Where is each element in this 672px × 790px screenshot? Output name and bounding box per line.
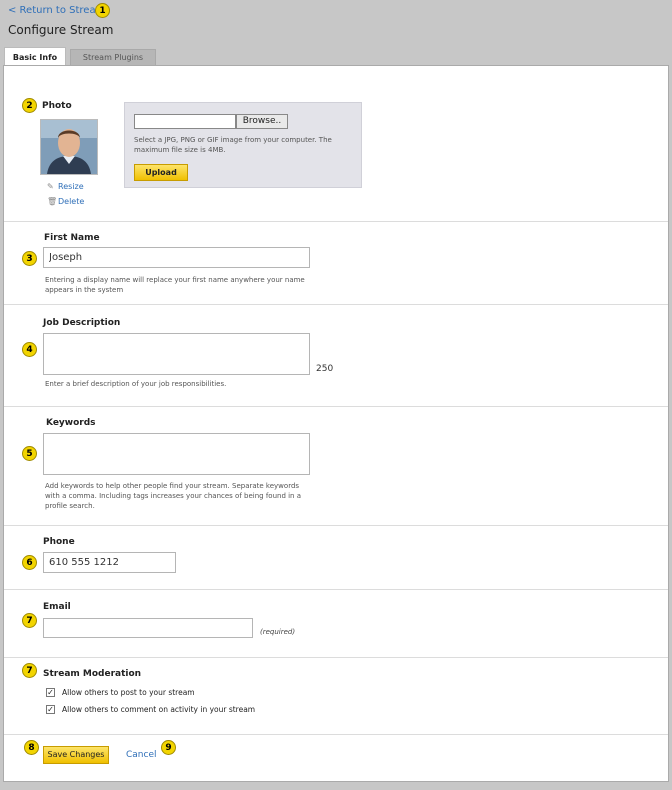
email-input[interactable]: [43, 618, 253, 638]
save-changes-button[interactable]: Save Changes: [43, 746, 109, 764]
email-label: Email: [43, 602, 71, 612]
divider: [4, 221, 668, 222]
job-description-label: Job Description: [43, 318, 121, 328]
divider: [4, 589, 668, 590]
callout-badge: 1: [95, 3, 110, 18]
tab-stream-plugins[interactable]: Stream Plugins: [70, 49, 156, 65]
avatar-photo: [41, 120, 97, 174]
character-count: 250: [316, 364, 334, 374]
divider: [4, 406, 668, 407]
callout-badge: 4: [22, 342, 37, 357]
allow-comment-label: Allow others to comment on activity in y…: [62, 705, 256, 714]
stream-moderation-label: Stream Moderation: [43, 669, 142, 679]
callout-badge: 6: [22, 555, 37, 570]
required-note: (required): [260, 628, 296, 636]
keywords-help: Add keywords to help other people find y…: [45, 482, 302, 510]
photo-label: Photo: [42, 101, 72, 111]
pencil-icon: ✎: [47, 182, 54, 191]
tab-basic-info[interactable]: Basic Info: [4, 47, 66, 66]
first-name-help: Entering a display name will replace you…: [45, 276, 305, 294]
callout-badge: 5: [22, 446, 37, 461]
resize-link[interactable]: Resize: [58, 182, 84, 191]
browse-button[interactable]: Browse..: [236, 114, 288, 129]
file-path-input[interactable]: [134, 114, 236, 129]
page-title: Configure Stream: [8, 23, 114, 37]
delete-link[interactable]: Delete: [58, 197, 84, 206]
allow-post-checkbox[interactable]: ✓: [46, 688, 55, 697]
callout-badge: 3: [22, 251, 37, 266]
keywords-label: Keywords: [46, 418, 96, 428]
divider: [4, 304, 668, 305]
allow-comment-checkbox[interactable]: ✓: [46, 705, 55, 714]
upload-button[interactable]: Upload: [134, 164, 188, 181]
job-description-help: Enter a brief description of your job re…: [45, 380, 227, 388]
job-description-textarea[interactable]: [43, 333, 310, 375]
first-name-label: First Name: [44, 233, 100, 243]
cancel-link[interactable]: Cancel: [126, 750, 157, 760]
callout-badge: 8: [24, 740, 39, 755]
callout-badge: 2: [22, 98, 37, 113]
avatar: [40, 119, 98, 175]
return-to-stream-link[interactable]: < Return to Stream: [8, 5, 105, 16]
divider: [4, 734, 668, 735]
upload-help-text: Select a JPG, PNG or GIF image from your…: [134, 136, 332, 154]
callout-badge: 7: [22, 613, 37, 628]
phone-label: Phone: [43, 537, 75, 547]
trash-icon: 🗑: [47, 197, 58, 206]
callout-badge: 7: [22, 663, 37, 678]
callout-badge: 9: [161, 740, 176, 755]
keywords-textarea[interactable]: [43, 433, 310, 475]
divider: [4, 657, 668, 658]
allow-post-label: Allow others to post to your stream: [62, 688, 195, 697]
phone-input[interactable]: [43, 552, 176, 573]
first-name-input[interactable]: [43, 247, 310, 268]
divider: [4, 525, 668, 526]
